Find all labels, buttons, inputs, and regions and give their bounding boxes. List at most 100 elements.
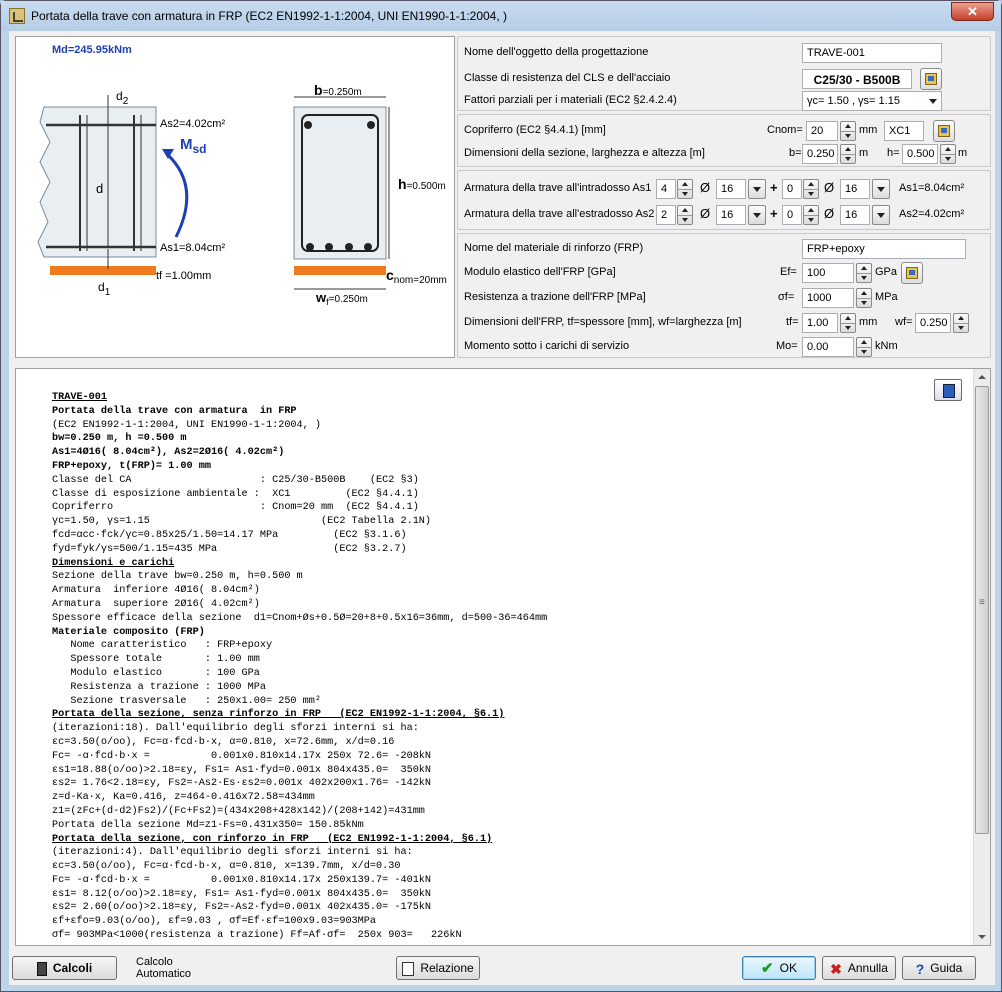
print-icon[interactable]: [934, 379, 962, 401]
report-line: Modulo elastico : 100 GPa: [52, 667, 260, 679]
row-dims: Dimensioni della sezione, larghezza e al…: [458, 143, 992, 165]
frp-dims-label: Dimensioni dell'FRP, tf=spessore [mm], w…: [464, 316, 742, 328]
sf-input[interactable]: 1000: [802, 288, 854, 308]
as2-diameter2-dropdown[interactable]: [872, 205, 890, 225]
report-line: (iterazioni:4). Dall'equilibrio degli sf…: [52, 847, 413, 859]
frp-picker-icon[interactable]: [901, 262, 923, 284]
title-bar[interactable]: Portata della trave con armatura in FRP …: [1, 1, 1001, 31]
h-input[interactable]: 0.500: [902, 144, 938, 164]
mo-spinner[interactable]: [856, 337, 872, 357]
report-line: εc=3.50(o/oo), Fc=α·fcd·b·x, α=0.810, x=…: [52, 736, 395, 748]
as1-diameter2-dropdown[interactable]: [872, 179, 890, 199]
report-line: Fc= -α·fcd·b·x = 0.001x0.810x14.17x 250x…: [52, 874, 432, 886]
report-line: εf+εfo=9.03(o/oo), εf=9.03 , σf=Ef·εf=10…: [52, 916, 377, 928]
as2-count2-spinner[interactable]: [803, 205, 819, 225]
class-picker-icon[interactable]: [920, 68, 942, 90]
as1-diameter2-select[interactable]: 16: [840, 179, 870, 199]
annulla-button[interactable]: ✖ Annulla: [822, 956, 896, 980]
bottom-bar-2: [325, 243, 333, 251]
help-icon: ?: [915, 960, 925, 977]
ef-spinner[interactable]: [856, 263, 872, 283]
factors-select[interactable]: γc= 1.50 , γs= 1.15: [802, 91, 942, 111]
as1-diameter-select[interactable]: 16: [716, 179, 746, 199]
factors-label: Fattori parziali per i materiali (EC2 §2…: [464, 94, 677, 106]
row-factors: Fattori parziali per i materiali (EC2 §2…: [458, 90, 992, 112]
scroll-thumb[interactable]: [975, 386, 989, 834]
class-field[interactable]: C25/30 - B500B: [802, 69, 912, 89]
mo-input[interactable]: 0.00: [802, 337, 854, 357]
b-input[interactable]: 0.250: [802, 144, 838, 164]
tf-label: tf =1.00mm: [156, 270, 211, 282]
h-label: h=0.500m: [398, 176, 446, 192]
cnom-input[interactable]: 20: [806, 121, 838, 141]
frp-strip-section: [294, 266, 386, 275]
report-line: fyd=fyk/γs=500/1.15=435 MPa (EC2 §3.2.7): [52, 543, 407, 555]
ef-input[interactable]: 100: [802, 263, 854, 283]
calc-mode-label: Calcolo Automatico: [136, 956, 192, 980]
tf-input[interactable]: 1.00: [802, 313, 838, 333]
row-as2: Armatura della trave all'estradosso As2 …: [458, 204, 992, 226]
as1-count-spinner[interactable]: [677, 179, 693, 199]
scroll-up-icon[interactable]: [974, 369, 990, 385]
as2-diameter-select[interactable]: 16: [716, 205, 746, 225]
wf-spinner[interactable]: [953, 313, 969, 333]
relazione-button[interactable]: Relazione: [396, 956, 480, 980]
client-area: Md=245.95kNm d2 As2=4.02cm² d Msd As1=8.…: [9, 31, 995, 985]
dims-label: Dimensioni della sezione, larghezza e al…: [464, 147, 705, 159]
as2-diameter-dropdown[interactable]: [748, 205, 766, 225]
report-line: εc=3.50(o/oo), Fc=α·fcd·b·x, α=0.810, x=…: [52, 861, 401, 873]
row-class: Classe di resistenza del CLS e dell'acci…: [458, 68, 992, 90]
calcoli-button[interactable]: Calcoli: [12, 956, 117, 980]
close-button[interactable]: ✕: [951, 2, 994, 21]
report-line: Resistenza a trazione : 1000 MPa: [52, 681, 266, 693]
cnom-spinner[interactable]: [840, 121, 856, 141]
guida-button[interactable]: ? Guida: [902, 956, 976, 980]
row-frp-name: Nome del materiale di rinforzo (FRP) FRP…: [458, 238, 992, 260]
wf-input[interactable]: 0.250: [915, 313, 951, 333]
d2-label: d2: [116, 89, 129, 107]
as1-count2-spinner[interactable]: [803, 179, 819, 199]
d-label: d: [96, 181, 103, 196]
exposure-picker-icon[interactable]: [933, 120, 955, 142]
report-line: Portata della trave con armatura in FRP: [52, 405, 297, 417]
h-spinner[interactable]: [940, 144, 956, 164]
report-line: Spessore efficace della sezione d1=Cnom+…: [52, 612, 548, 624]
row-frp-dims: Dimensioni dell'FRP, tf=spessore [mm], w…: [458, 312, 992, 334]
as2-result: As2=4.02cm²: [899, 208, 965, 220]
top-bar-1: [304, 121, 312, 129]
frp-name-input[interactable]: FRP+epoxy: [802, 239, 966, 259]
as1-diameter-dropdown[interactable]: [748, 179, 766, 199]
sf-unit: MPa: [875, 291, 898, 303]
row-sf: Resistenza a trazione dell'FRP [MPa] σf=…: [458, 287, 992, 309]
calculator-icon: [36, 961, 47, 976]
report-scrollbar[interactable]: [973, 369, 990, 945]
ef-label: Ef=: [780, 266, 797, 278]
report-line: TRAVE-001: [52, 392, 108, 403]
chevron-down-icon: [929, 99, 937, 104]
section-diagram: Md=245.95kNm d2 As2=4.02cm² d Msd As1=8.…: [15, 36, 455, 358]
exposure-field[interactable]: XC1: [884, 121, 924, 141]
sf-spinner[interactable]: [856, 288, 872, 308]
as1-count-input[interactable]: 4: [656, 179, 676, 199]
b-spinner[interactable]: [840, 144, 856, 164]
ok-button[interactable]: ✔ OK: [742, 956, 816, 980]
group-reinforcement: Armatura della trave all'intradosso As1 …: [457, 170, 991, 230]
report-text: TRAVE-001 Portata della trave con armatur…: [52, 391, 547, 943]
ef-row-label: Modulo elastico dell'FRP [GPa]: [464, 266, 616, 278]
as1-count2-input[interactable]: 0: [782, 179, 802, 199]
plus-icon: +: [770, 206, 778, 221]
report-line: Dimensioni e carichi: [52, 557, 175, 569]
scroll-down-icon[interactable]: [974, 929, 990, 945]
as2-diameter2-select[interactable]: 16: [840, 205, 870, 225]
report-line: Sezione della trave bw=0.250 m, h=0.500 …: [52, 571, 303, 583]
section-rect: [293, 106, 387, 260]
report-view[interactable]: TRAVE-001 Portata della trave con armatur…: [15, 368, 991, 946]
mo-label: Mo=: [776, 340, 798, 352]
diameter-icon: Ø: [824, 206, 835, 221]
name-input[interactable]: TRAVE-001: [802, 43, 942, 63]
report-line: Classe di esposizione ambientale : XC1 (…: [52, 488, 419, 500]
as2-count2-input[interactable]: 0: [782, 205, 802, 225]
as2-count-spinner[interactable]: [677, 205, 693, 225]
tf-spinner[interactable]: [840, 313, 856, 333]
as2-count-input[interactable]: 2: [656, 205, 676, 225]
